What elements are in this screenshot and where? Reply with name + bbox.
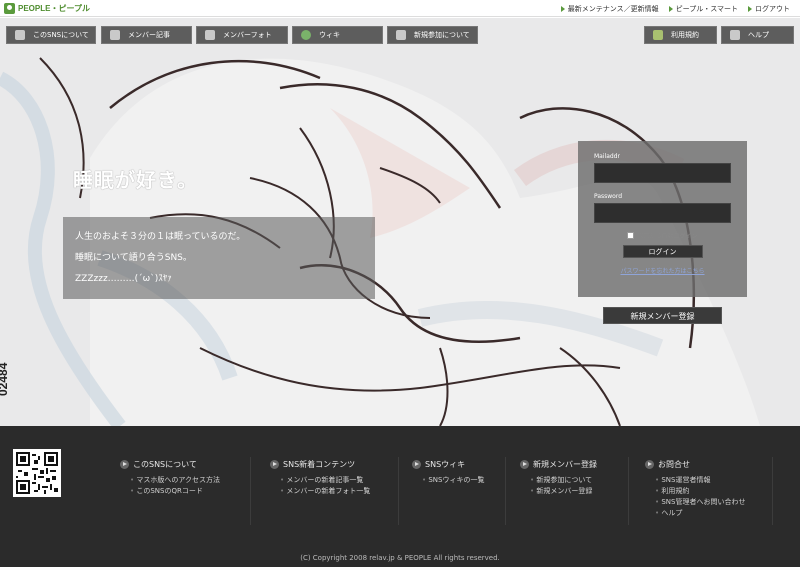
users-icon bbox=[396, 30, 406, 40]
footer-col-contact-title-label: お問合せ bbox=[658, 460, 690, 469]
footer-link[interactable]: 利用規約 bbox=[655, 486, 745, 497]
forgot-password-link[interactable]: パスワードを忘れた方はこちら bbox=[594, 266, 731, 275]
footer-divider bbox=[772, 457, 773, 525]
nav-photos-label: メンバーフォト bbox=[223, 31, 272, 39]
hero-area: このSNSについて メンバー記事 メンバーフォト ウィキ 新規参加について 利用… bbox=[0, 18, 800, 426]
login-button[interactable]: ログイン bbox=[622, 245, 703, 258]
footer-col-about-title[interactable]: このSNSについて bbox=[120, 459, 220, 470]
hero-tagline-box: 人生のおよそ３分の１は眠っているのだ。 睡眠について語り合うSNS。 ZZZzz… bbox=[63, 217, 375, 299]
top-bar: PEOPLE・ピープル 最新メンテナンス／更新情報 ピープル・スマート ログアウ… bbox=[0, 0, 800, 17]
nav-articles-label: メンバー記事 bbox=[128, 31, 170, 39]
remember-label: 次回から自動ログイン bbox=[637, 233, 698, 240]
photo-icon bbox=[205, 30, 215, 40]
footer-link[interactable]: メンバーの新着記事一覧 bbox=[280, 475, 370, 486]
smart-link[interactable]: ピープル・スマート bbox=[668, 4, 738, 14]
footer-link[interactable]: SNS運営者情報 bbox=[655, 475, 745, 486]
site-logo[interactable]: PEOPLE・ピープル bbox=[4, 3, 90, 14]
article-icon bbox=[110, 30, 120, 40]
footer-col-new: SNS新着コンテンツ メンバーの新着記事一覧 メンバーの新着フォト一覧 bbox=[270, 459, 370, 497]
nav-join-label: 新規参加について bbox=[414, 31, 470, 39]
footer-col-register: 新規メンバー登録 新規参加について 新規メンバー登録 bbox=[520, 459, 597, 497]
nav-terms-label: 利用規約 bbox=[671, 31, 699, 39]
smart-link-label: ピープル・スマート bbox=[675, 5, 738, 13]
password-label: Password bbox=[594, 193, 623, 200]
footer-link[interactable]: ヘルプ bbox=[655, 508, 745, 519]
footer-col-register-title-label: 新規メンバー登録 bbox=[533, 460, 597, 469]
play-arrow-icon bbox=[120, 460, 129, 469]
footer-divider bbox=[250, 457, 251, 525]
pencil-icon bbox=[653, 30, 663, 40]
footer-link[interactable]: 新規参加について bbox=[530, 475, 597, 486]
footer-col-contact-title[interactable]: お問合せ bbox=[645, 459, 745, 470]
footer-col-new-title-label: SNS新着コンテンツ bbox=[283, 460, 356, 469]
tagline-line-2: 睡眠について語り合うSNS。 bbox=[75, 253, 192, 263]
play-arrow-icon bbox=[645, 460, 654, 469]
maintenance-link[interactable]: 最新メンテナンス／更新情報 bbox=[560, 4, 659, 14]
play-arrow-icon bbox=[412, 460, 421, 469]
play-arrow-icon bbox=[520, 460, 529, 469]
copyright: (C) Copyright 2008 relav.jp & PEOPLE All… bbox=[300, 554, 500, 562]
footer-col-register-title[interactable]: 新規メンバー登録 bbox=[520, 459, 597, 470]
logout-link-label: ログアウト bbox=[755, 5, 790, 13]
footer-divider bbox=[398, 457, 399, 525]
remember-me[interactable]: 次回から自動ログイン bbox=[594, 231, 731, 240]
nav-help-label: ヘルプ bbox=[748, 31, 769, 39]
hero-headline: 睡眠が好き。 bbox=[73, 168, 198, 192]
qr-code bbox=[13, 449, 61, 497]
logout-link[interactable]: ログアウト bbox=[748, 4, 790, 14]
password-field[interactable] bbox=[594, 203, 731, 223]
arrow-icon bbox=[748, 6, 752, 12]
email-field[interactable] bbox=[594, 163, 731, 183]
maintenance-link-label: 最新メンテナンス／更新情報 bbox=[567, 5, 659, 13]
nav-wiki-label: ウィキ bbox=[319, 31, 340, 39]
footer-col-wiki-title[interactable]: SNSウィキ bbox=[412, 459, 484, 470]
footer-divider bbox=[628, 457, 629, 525]
footer-link[interactable]: このSNSのQRコード bbox=[130, 486, 220, 497]
nav-photos[interactable]: メンバーフォト bbox=[196, 26, 288, 44]
top-links: 最新メンテナンス／更新情報 ピープル・スマート ログアウト bbox=[560, 4, 790, 14]
footer-link[interactable]: 新規メンバー登録 bbox=[530, 486, 597, 497]
login-panel: Mailaddr Password 次回から自動ログイン ログイン パスワードを… bbox=[578, 141, 747, 297]
remember-checkbox[interactable] bbox=[627, 232, 635, 239]
email-label: Mailaddr bbox=[594, 153, 620, 160]
people-logo-icon bbox=[4, 3, 15, 14]
footer-col-about-title-label: このSNSについて bbox=[133, 460, 197, 469]
footer-col-contact: お問合せ SNS運営者情報 利用規約 SNS管理者へお問い合わせ ヘルプ bbox=[645, 459, 745, 519]
footer-divider bbox=[505, 457, 506, 525]
nav-join[interactable]: 新規参加について bbox=[387, 26, 478, 44]
nav-wiki[interactable]: ウィキ bbox=[292, 26, 383, 44]
register-button[interactable]: 新規メンバー登録 bbox=[603, 307, 722, 324]
footer-col-new-title[interactable]: SNS新着コンテンツ bbox=[270, 459, 370, 470]
globe-icon bbox=[301, 30, 311, 40]
footer-col-about: このSNSについて マスホ版へのアクセス方法 このSNSのQRコード bbox=[120, 459, 220, 497]
footer-link[interactable]: SNS管理者へお問い合わせ bbox=[655, 497, 745, 508]
nav-articles[interactable]: メンバー記事 bbox=[101, 26, 192, 44]
nav-about[interactable]: このSNSについて bbox=[6, 26, 96, 44]
footer: このSNSについて マスホ版へのアクセス方法 このSNSのQRコード SNS新着… bbox=[0, 426, 800, 567]
footer-col-wiki-title-label: SNSウィキ bbox=[425, 460, 466, 469]
arrow-icon bbox=[668, 6, 673, 12]
nav-about-label: このSNSについて bbox=[33, 31, 89, 39]
footer-link[interactable]: マスホ版へのアクセス方法 bbox=[130, 475, 220, 486]
arrow-icon bbox=[560, 6, 565, 12]
footer-col-wiki: SNSウィキ SNSウィキの一覧 bbox=[412, 459, 484, 486]
play-arrow-icon bbox=[270, 460, 279, 469]
nav-terms[interactable]: 利用規約 bbox=[644, 26, 717, 44]
people-icon bbox=[15, 30, 25, 40]
help-icon bbox=[730, 30, 740, 40]
footer-link[interactable]: メンバーの新着フォト一覧 bbox=[280, 486, 370, 497]
site-logo-text: PEOPLE・ピープル bbox=[18, 4, 90, 13]
footer-link[interactable]: SNSウィキの一覧 bbox=[422, 475, 484, 486]
tagline-line-1: 人生のおよそ３分の１は眠っているのだ。 bbox=[75, 232, 246, 242]
nav-help[interactable]: ヘルプ bbox=[721, 26, 794, 44]
tagline-line-3: ZZZzzz………(´ω`)ｽﾔｧ bbox=[75, 274, 172, 284]
photo-id-label: 02484 bbox=[0, 362, 10, 396]
